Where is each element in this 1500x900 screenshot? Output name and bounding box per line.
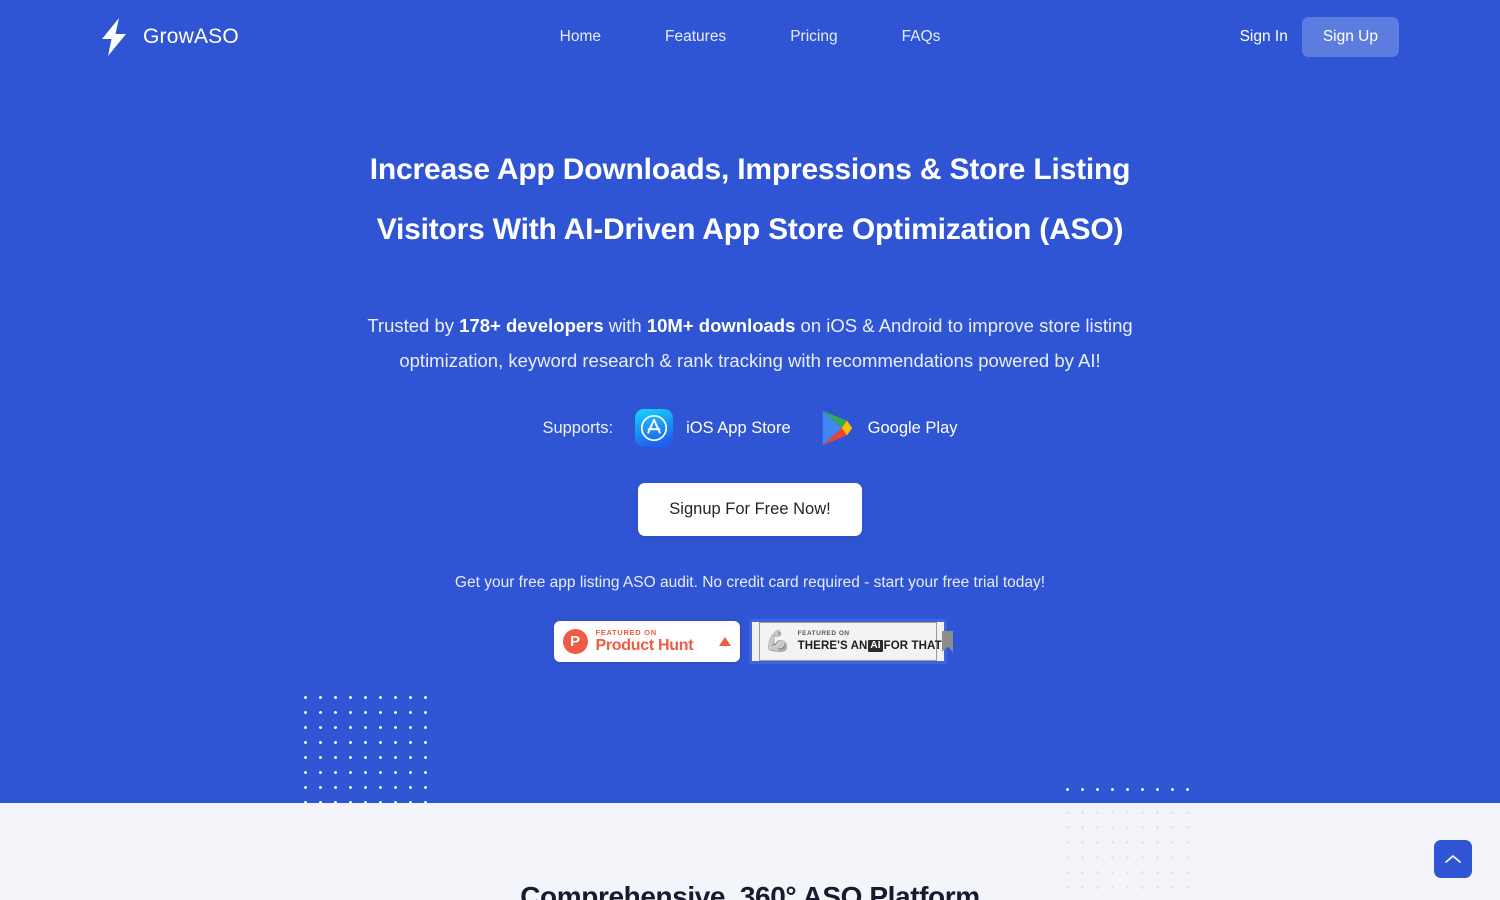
theres-an-ai-for-that-badge[interactable]: 💪 FEATURED ON THERE'S AN AI FOR THAT <box>748 619 953 664</box>
product-hunt-badge[interactable]: P FEATURED ON Product Hunt <box>553 621 740 662</box>
scroll-to-top-button[interactable] <box>1434 840 1472 878</box>
featured-badges: P FEATURED ON Product Hunt 💪 FEATURED ON… <box>0 619 1500 664</box>
hero-section: GrowASO Home Features Pricing FAQs Sign … <box>0 0 1500 803</box>
supports-label: Supports: <box>542 418 614 437</box>
hero-subheading: Trusted by 178+ developers with 10M+ dow… <box>355 308 1145 378</box>
subhead-bold-downloads: 10M+ downloads <box>646 315 796 336</box>
store-google-play[interactable]: Google Play <box>819 409 958 447</box>
hero-content: Increase App Downloads, Impressions & St… <box>0 0 1500 664</box>
nav-actions: Sign In Sign Up <box>1240 17 1399 57</box>
product-hunt-featured-label: FEATURED ON <box>595 627 657 637</box>
apple-app-store-icon <box>635 409 674 447</box>
signup-free-button[interactable]: Signup For Free Now! <box>638 483 862 536</box>
nav-links: Home Features Pricing FAQs <box>528 20 973 54</box>
google-play-icon <box>822 410 852 446</box>
subhead-bold-developers: 178+ developers <box>459 315 604 336</box>
flexed-bicep-icon: 💪 <box>764 630 791 653</box>
dot-pattern-left <box>296 688 434 803</box>
dot-pattern-right-on-light <box>1058 803 1194 900</box>
theres-an-ai-inner: 💪 FEATURED ON THERE'S AN AI FOR THAT <box>758 622 953 661</box>
product-hunt-mark-icon: P <box>562 629 588 654</box>
store-ios-app-store[interactable]: iOS App Store <box>635 409 791 447</box>
theres-an-ai-text-before: THERE'S AN <box>797 639 868 652</box>
nav-link-home[interactable]: Home <box>528 20 633 54</box>
chevron-up-icon <box>1445 855 1461 863</box>
sign-up-button[interactable]: Sign Up <box>1301 17 1399 57</box>
bookmark-icon <box>941 631 953 652</box>
store-name-ios: iOS App Store <box>686 418 791 437</box>
section-title: Comprehensive, 360° ASO Platform <box>520 881 980 900</box>
supported-stores: Supports: iOS App Store Google Play <box>0 409 1500 447</box>
product-hunt-text: FEATURED ON Product Hunt <box>596 629 694 655</box>
cta-wrapper: Signup For Free Now! <box>0 483 1500 536</box>
upvote-triangle-icon <box>718 637 731 646</box>
theres-an-ai-text: FEATURED ON THERE'S AN AI FOR THAT <box>797 629 942 653</box>
store-name-google-play: Google Play <box>867 418 958 437</box>
subhead-part-2: with <box>603 315 647 336</box>
brand-logo[interactable]: GrowASO <box>98 17 239 57</box>
theres-an-ai-title: THERE'S AN AI FOR THAT <box>797 639 942 653</box>
brand-name: GrowASO <box>143 25 239 48</box>
headline-line-1: Increase App Downloads, Impressions & St… <box>369 153 1131 186</box>
theres-an-ai-featured-label: FEATURED ON <box>797 629 850 637</box>
theres-an-ai-text-after: FOR THAT <box>883 639 942 652</box>
product-hunt-name: Product Hunt <box>595 637 694 655</box>
subhead-part-1: Trusted by <box>367 315 460 336</box>
headline-line-2: Visitors With AI-Driven App Store Optimi… <box>376 213 1124 246</box>
lightning-bolt-icon <box>102 18 126 56</box>
page-title: Increase App Downloads, Impressions & St… <box>0 140 1500 260</box>
nav-link-pricing[interactable]: Pricing <box>758 20 869 54</box>
features-section: Comprehensive, 360° ASO Platform <box>0 803 1500 900</box>
sign-in-link[interactable]: Sign In <box>1240 28 1288 46</box>
nav-link-faqs[interactable]: FAQs <box>870 20 973 54</box>
navbar: GrowASO Home Features Pricing FAQs Sign … <box>0 0 1500 74</box>
dot-pattern-right-on-blue <box>1058 780 1194 803</box>
theres-an-ai-highlight: AI <box>868 640 883 653</box>
nav-link-features[interactable]: Features <box>633 20 758 54</box>
cta-note: Get your free app listing ASO audit. No … <box>454 574 1046 591</box>
